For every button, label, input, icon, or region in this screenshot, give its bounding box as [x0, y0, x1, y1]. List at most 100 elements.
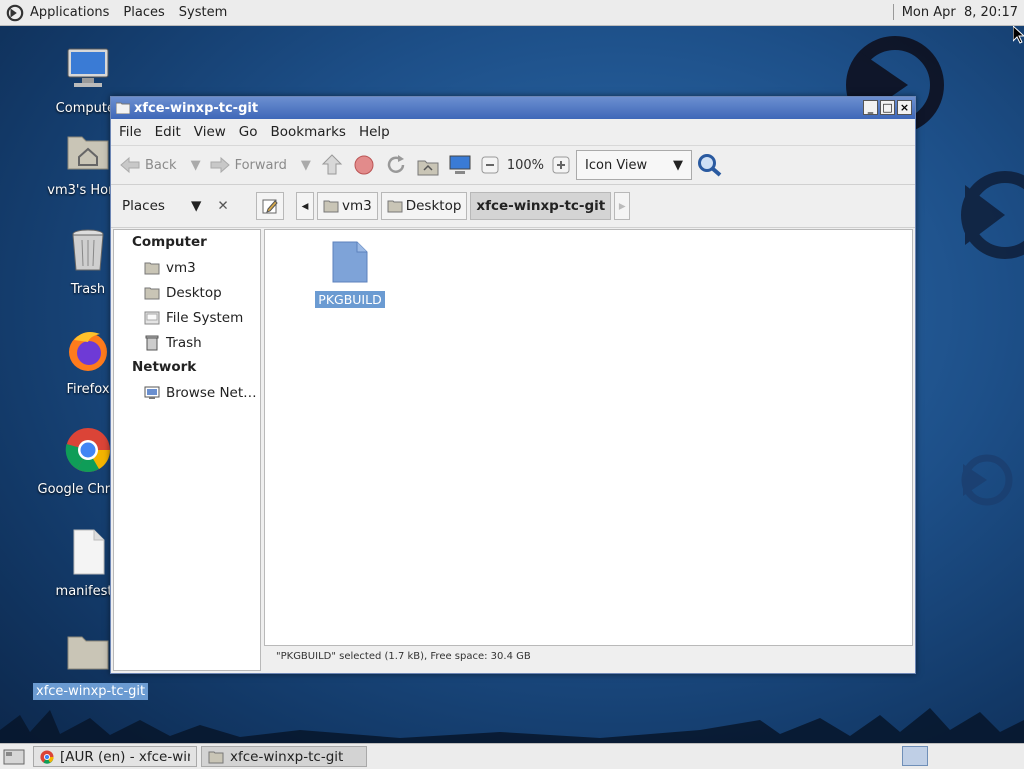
- reload-icon[interactable]: [383, 153, 409, 177]
- task-label: xfce-winxp-tc-git: [230, 748, 344, 765]
- pencil-icon: [262, 199, 278, 214]
- breadcrumb-current[interactable]: xfce-winxp-tc-git: [470, 192, 612, 220]
- wallpaper-logo-decoration-2: [961, 171, 1024, 259]
- sidebar-header-network: Network: [132, 359, 197, 375]
- forward-button[interactable]: Forward ▼: [209, 156, 311, 174]
- breadcrumb-label: vm3: [342, 198, 372, 214]
- minimize-button[interactable]: _: [863, 100, 878, 115]
- status-bar: "PKGBUILD" selected (1.7 kB), Free space…: [276, 651, 531, 662]
- location-bar: Places ▼ ✕ ◂ vm3 Desktop xfce-winxp-tc-g…: [111, 185, 915, 228]
- sidebar-item-desktop[interactable]: Desktop: [114, 280, 260, 305]
- computer-icon[interactable]: [447, 153, 473, 177]
- wallpaper-logo-decoration-3: [961, 454, 1013, 506]
- taskbar-item-browser[interactable]: [AUR (en) - xfce-win…: [33, 746, 197, 767]
- sidebar-item-trash[interactable]: Trash: [114, 330, 260, 355]
- places-menu[interactable]: Places: [123, 5, 164, 20]
- breadcrumb-right-arrow[interactable]: ▸: [614, 192, 631, 220]
- search-icon[interactable]: [696, 152, 724, 178]
- chevron-down-icon: ▼: [673, 157, 684, 173]
- breadcrumb-vm3[interactable]: vm3: [317, 192, 378, 220]
- file-manager-window: xfce-winxp-tc-git _ □ × File Edit View G…: [110, 96, 916, 674]
- show-desktop-icon[interactable]: [3, 747, 27, 767]
- top-panel: Applications Places System Mon Apr 8, 20…: [0, 0, 1024, 26]
- file-icon: [332, 241, 368, 283]
- sidebar-header-computer: Computer: [132, 234, 207, 250]
- arrow-left-icon: [120, 156, 140, 174]
- toolbar: Back ▼ Forward ▼ 100% Icon View ▼: [111, 146, 915, 185]
- home-folder-icon: [323, 200, 339, 213]
- close-button[interactable]: ×: [897, 100, 912, 115]
- task-label: [AUR (en) - xfce-win…: [59, 748, 190, 765]
- menu-bookmarks[interactable]: Bookmarks: [271, 124, 346, 140]
- sidebar-item-label: Browse Net…: [166, 384, 257, 401]
- taskbar-item-file-manager[interactable]: xfce-winxp-tc-git: [201, 746, 367, 767]
- breadcrumb-left-arrow[interactable]: ◂: [296, 192, 314, 220]
- firefox-icon: [69, 332, 107, 371]
- breadcrumb-desktop[interactable]: Desktop: [380, 192, 468, 220]
- home-folder-icon: [67, 136, 109, 170]
- menu-go[interactable]: Go: [239, 124, 258, 140]
- sidebar-item-file-system[interactable]: File System: [114, 305, 260, 330]
- trash-icon: [72, 229, 104, 271]
- view-mode-select[interactable]: Icon View ▼: [576, 150, 693, 180]
- back-button[interactable]: Back ▼: [119, 156, 201, 174]
- computer-icon: [67, 48, 109, 87]
- clock[interactable]: Mon Apr 8, 20:17: [892, 4, 1018, 20]
- forward-label: Forward: [234, 157, 287, 173]
- maximize-button[interactable]: □: [880, 100, 895, 115]
- distro-logo-icon[interactable]: [6, 4, 24, 22]
- zoom-level: 100%: [506, 157, 545, 173]
- file-item[interactable]: PKGBUILD: [315, 240, 385, 308]
- desktop-icon-label: xfce-winxp-tc-git: [33, 683, 149, 700]
- sidebar-item-browse-network[interactable]: Browse Net…: [114, 380, 260, 405]
- edit-location-button[interactable]: [256, 192, 284, 220]
- system-menu[interactable]: System: [179, 5, 227, 20]
- folder-icon: [116, 102, 130, 114]
- zoom-in-icon[interactable]: [552, 156, 570, 174]
- menu-bar: File Edit View Go Bookmarks Help: [111, 119, 915, 146]
- breadcrumb-label: Desktop: [405, 198, 462, 214]
- home-icon[interactable]: [415, 153, 441, 177]
- grass-silhouette: [0, 708, 1024, 745]
- window-controls: _ □ ×: [863, 100, 912, 115]
- sidebar-item-label: Trash: [166, 334, 202, 351]
- menu-help[interactable]: Help: [359, 124, 390, 140]
- sidebar-item-vm3[interactable]: vm3: [114, 255, 260, 280]
- folder-icon: [144, 287, 160, 299]
- menu-edit[interactable]: Edit: [155, 124, 181, 140]
- sidebar-item-label: vm3: [166, 259, 196, 276]
- folder-icon: [208, 751, 224, 763]
- back-label: Back: [145, 157, 177, 173]
- network-icon: [144, 386, 160, 399]
- stop-icon[interactable]: [351, 153, 377, 177]
- go-up-icon[interactable]: [319, 153, 345, 177]
- chevron-down-icon: ▼: [190, 198, 202, 214]
- window-title: xfce-winxp-tc-git: [134, 100, 259, 116]
- arrow-right-icon: [210, 156, 230, 174]
- mouse-cursor-icon: [1013, 26, 1024, 44]
- zoom-out-icon[interactable]: [481, 156, 499, 174]
- back-history-dropdown[interactable]: ▼: [191, 158, 201, 173]
- drive-icon: [144, 311, 160, 324]
- clock-text: Mon Apr 8, 20:17: [901, 4, 1018, 20]
- menu-view[interactable]: View: [194, 124, 226, 140]
- side-pane-select[interactable]: Places ▼ ✕: [111, 198, 252, 214]
- applications-menu[interactable]: Applications: [30, 5, 109, 20]
- document-icon: [73, 529, 105, 575]
- forward-history-dropdown[interactable]: ▼: [301, 158, 311, 173]
- home-folder-icon: [144, 262, 160, 274]
- close-icon[interactable]: ✕: [217, 198, 228, 214]
- file-name: PKGBUILD: [315, 291, 385, 308]
- menu-file[interactable]: File: [119, 124, 142, 140]
- file-view[interactable]: PKGBUILD: [264, 229, 913, 646]
- bottom-taskbar: [AUR (en) - xfce-win… xfce-winxp-tc-git: [0, 743, 1024, 769]
- trash-icon: [145, 335, 159, 350]
- panel-separator: [892, 4, 894, 20]
- breadcrumb-label: xfce-winxp-tc-git: [476, 198, 606, 214]
- window-titlebar[interactable]: xfce-winxp-tc-git _ □ ×: [111, 97, 915, 119]
- view-mode-value: Icon View: [585, 157, 648, 173]
- sidebar-item-label: Desktop: [166, 284, 222, 301]
- chrome-icon: [40, 749, 54, 764]
- folder-icon: [387, 200, 403, 213]
- workspace-switcher[interactable]: [902, 746, 928, 766]
